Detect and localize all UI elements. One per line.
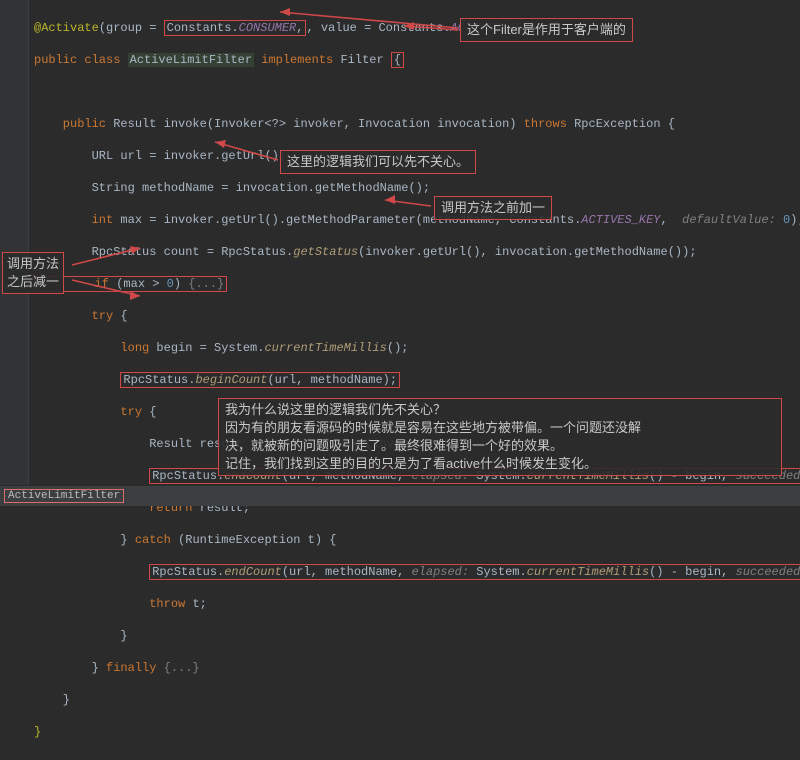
annotation-note: 调用方法之前加一 [434, 196, 552, 220]
code-line: } [34, 724, 794, 740]
annotation-note: 调用方法 之后减一 [2, 252, 64, 294]
breadcrumb-item[interactable]: ActiveLimitFilter [4, 489, 124, 503]
breadcrumb: ActiveLimitFilter [0, 485, 800, 506]
code-line: @Activate(group = Constants.CONSUMER,, v… [34, 20, 794, 36]
code-line: } catch (RuntimeException t) { [34, 532, 794, 548]
code-area: @Activate(group = Constants.CONSUMER,, v… [28, 0, 800, 760]
code-line: String methodName = invocation.getMethod… [34, 180, 794, 196]
code-line: } finally {...} [34, 660, 794, 676]
code-line [34, 84, 794, 100]
annotation-note: 我为什么说这里的逻辑我们先不关心？ 因为有的朋友看源码的时候就是容易在这些地方被… [218, 398, 782, 476]
code-line: RpcStatus.beginCount(url, methodName); [34, 372, 794, 388]
code-line: public Result invoke(Invoker<?> invoker,… [34, 116, 794, 132]
annotation-note: 这个Filter是作用于客户端的 [460, 18, 633, 42]
code-line: if (max > 0) {...} [34, 276, 794, 292]
code-line: } [34, 628, 794, 644]
code-line: RpcStatus.endCount(url, methodName, elap… [34, 564, 794, 580]
code-line: int max = invoker.getUrl().getMethodPara… [34, 212, 794, 228]
code-line: RpcStatus count = RpcStatus.getStatus(in… [34, 244, 794, 260]
code-line: public class ActiveLimitFilter implement… [34, 52, 794, 68]
code-line: } [34, 692, 794, 708]
code-line: throw t; [34, 596, 794, 612]
code-line: try { [34, 308, 794, 324]
code-line: long begin = System.currentTimeMillis(); [34, 340, 794, 356]
annotation-note: 这里的逻辑我们可以先不关心。 [280, 150, 476, 174]
